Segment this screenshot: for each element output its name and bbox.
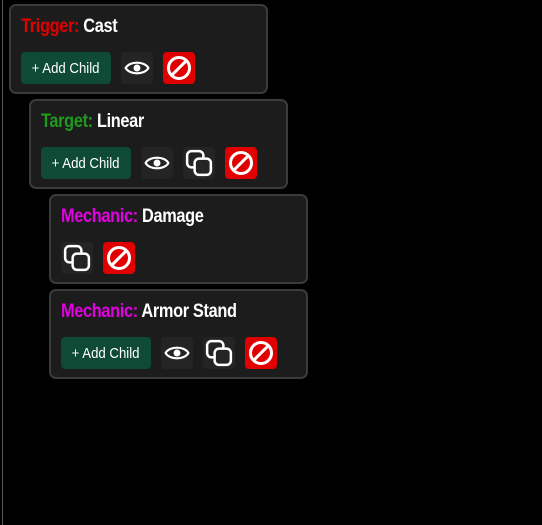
add-child-button[interactable]: + Add Child	[41, 147, 131, 179]
node-kind-label: Target:	[41, 111, 93, 132]
node-name: Linear	[96, 111, 144, 132]
eye-icon	[124, 61, 150, 75]
node-title: Mechanic: Armor Stand	[61, 301, 237, 323]
node-title: Trigger: Cast	[21, 16, 118, 38]
eye-icon	[164, 346, 190, 360]
prohibited-icon	[166, 55, 192, 81]
duplicate-button[interactable]	[203, 337, 235, 369]
delete-button[interactable]	[163, 52, 195, 84]
node-actions: + Add Child	[41, 147, 257, 179]
tree-guide-line	[2, 0, 3, 525]
node-kind-label: Mechanic:	[61, 301, 138, 322]
prohibited-icon	[106, 245, 132, 271]
duplicate-button[interactable]	[183, 147, 215, 179]
copy-icon	[63, 244, 91, 272]
node-title: Mechanic: Damage	[61, 206, 204, 228]
add-child-button[interactable]: + Add Child	[61, 337, 151, 369]
node-trigger-cast: Trigger: Cast + Add Child	[9, 4, 268, 94]
duplicate-button[interactable]	[61, 242, 93, 274]
toggle-visibility-button[interactable]	[161, 337, 193, 369]
node-name: Damage	[142, 206, 204, 227]
node-kind-label: Trigger:	[21, 16, 80, 37]
prohibited-icon	[228, 150, 254, 176]
delete-button[interactable]	[103, 242, 135, 274]
eye-icon	[144, 156, 170, 170]
node-name: Cast	[83, 16, 118, 37]
prohibited-icon	[248, 340, 274, 366]
node-mechanic-armor-stand: Mechanic: Armor Stand + Add Child	[49, 289, 308, 379]
node-actions: + Add Child	[21, 52, 195, 84]
delete-button[interactable]	[225, 147, 257, 179]
node-name: Armor Stand	[141, 301, 237, 322]
node-actions	[61, 242, 135, 274]
node-mechanic-damage: Mechanic: Damage	[49, 194, 308, 284]
toggle-visibility-button[interactable]	[141, 147, 173, 179]
delete-button[interactable]	[245, 337, 277, 369]
node-kind-label: Mechanic:	[61, 206, 138, 227]
node-target-linear: Target: Linear + Add Child	[29, 99, 288, 189]
copy-icon	[185, 149, 213, 177]
copy-icon	[205, 339, 233, 367]
toggle-visibility-button[interactable]	[121, 52, 153, 84]
node-title: Target: Linear	[41, 111, 144, 133]
node-actions: + Add Child	[61, 337, 277, 369]
add-child-button[interactable]: + Add Child	[21, 52, 111, 84]
